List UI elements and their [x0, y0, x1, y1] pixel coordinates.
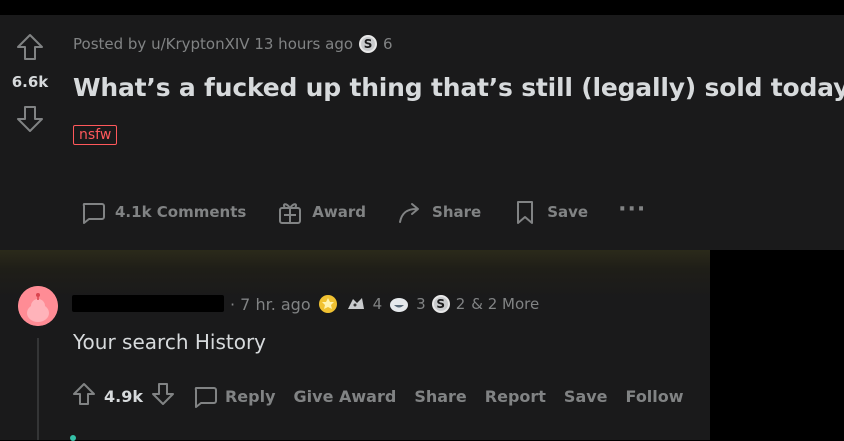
reply-label: Reply: [224, 386, 276, 406]
award-count: 6: [383, 35, 393, 53]
comment-thread: · 7 hr. ago 4 3 S 2 & 2 More Your search…: [0, 250, 710, 441]
comment-upvote-icon[interactable]: [70, 380, 98, 412]
give-award-button[interactable]: Give Award: [294, 387, 397, 406]
downvote-arrow-icon[interactable]: [14, 103, 46, 135]
more-options-icon[interactable]: ···: [618, 197, 646, 222]
online-indicator: [70, 435, 76, 441]
report-button[interactable]: Report: [485, 387, 546, 406]
comments-label: 4.1k Comments: [115, 203, 247, 221]
comment-bubble-icon: [194, 387, 217, 408]
post-action-bar: 4.1k Comments Award Share Save ···: [79, 197, 646, 226]
thread-line[interactable]: [37, 338, 39, 440]
avatar[interactable]: [18, 286, 58, 326]
laughing-face-award-icon: [390, 298, 409, 312]
share-arrow-icon: [399, 203, 420, 223]
reply-button[interactable]: Reply: [191, 382, 276, 410]
follow-button[interactable]: Follow: [626, 387, 684, 406]
comment-share-button[interactable]: Share: [414, 387, 466, 406]
post-score: 6.6k: [11, 73, 49, 91]
award-label: Award: [312, 203, 367, 221]
comment-meta: · 7 hr. ago 4 3 S 2 & 2 More: [230, 293, 539, 315]
share-label: Share: [432, 203, 482, 221]
save-button[interactable]: Save: [511, 198, 588, 226]
doge-award-icon: [347, 298, 364, 309]
post-author-time[interactable]: Posted by u/KryptonXIV 13 hours ago: [73, 35, 353, 53]
comment-save-button[interactable]: Save: [564, 387, 608, 406]
comment-bubble-icon: [82, 203, 105, 224]
comment-score: 4.9k: [104, 386, 143, 406]
comments-button[interactable]: 4.1k Comments: [79, 198, 246, 226]
gold-award-icon: [318, 295, 337, 313]
comment-downvote-icon[interactable]: [149, 380, 177, 412]
redacted-username: [72, 295, 224, 312]
bookmark-icon: [517, 201, 534, 224]
post-title[interactable]: What’s a fucked up thing that’s still (l…: [73, 73, 844, 102]
silver-award-icon: S: [359, 35, 378, 53]
gift-icon: [279, 203, 302, 224]
silver-award-icon: S: [431, 295, 450, 313]
comment-body: Your search History: [73, 330, 266, 354]
more-awards-link[interactable]: & 2 More: [471, 295, 539, 313]
post-card: 6.6k Posted by u/KryptonXIV 13 hours ago…: [0, 15, 844, 250]
award-count-2: 3: [416, 295, 426, 313]
post-meta: Posted by u/KryptonXIV 13 hours ago S 6: [73, 35, 393, 53]
share-button[interactable]: Share: [396, 198, 481, 226]
award-count-3: 2: [455, 295, 466, 313]
award-button[interactable]: Award: [276, 198, 366, 226]
comment-action-bar: 4.9k Reply Give Award Share Report Save …: [70, 380, 684, 412]
award-count-1: 4: [372, 295, 383, 313]
nsfw-badge: nsfw: [73, 125, 118, 145]
save-label: Save: [547, 203, 589, 221]
comment-time[interactable]: · 7 hr. ago: [230, 295, 311, 314]
upvote-arrow-icon[interactable]: [14, 31, 46, 63]
